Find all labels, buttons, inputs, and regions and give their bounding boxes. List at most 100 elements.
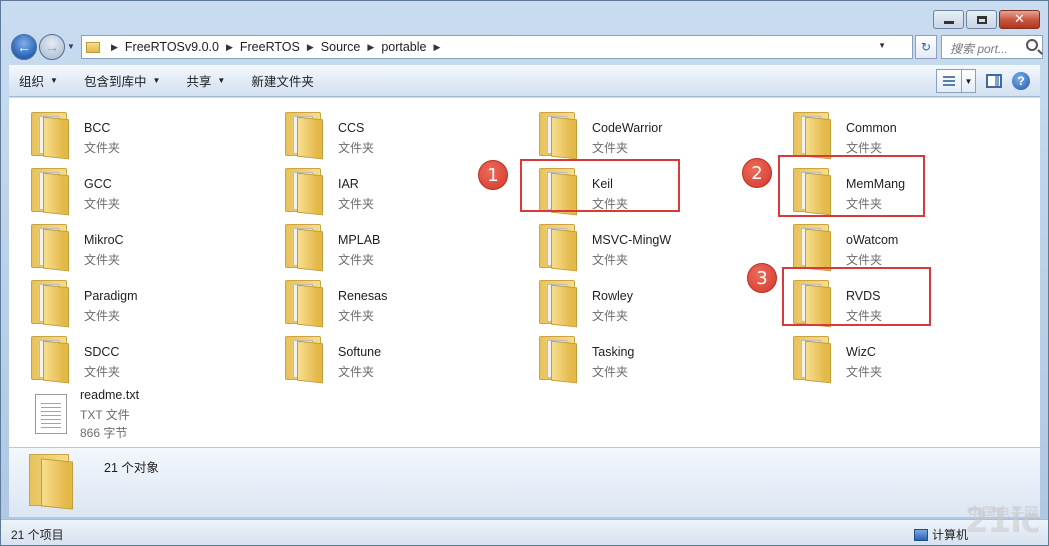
recent-pages-dropdown[interactable]: ▼ (67, 42, 75, 51)
folder-item[interactable]: CCS 文件夹 (267, 106, 487, 160)
breadcrumb-item[interactable]: FreeRTOS (240, 40, 300, 54)
folder-item[interactable]: Renesas 文件夹 (267, 274, 487, 328)
item-type: 文件夹 (592, 253, 629, 267)
folder-icon (86, 41, 100, 53)
folder-item[interactable]: SDCC 文件夹 (13, 330, 233, 384)
folder-item[interactable]: BCC 文件夹 (13, 106, 233, 160)
status-bar: 21 个项目 计算机 21ic 中国电子网 (1, 501, 1048, 545)
folder-icon (31, 224, 71, 272)
forward-button[interactable]: → (39, 34, 65, 60)
help-icon[interactable]: ? (1012, 72, 1030, 90)
folder-item[interactable]: MikroC 文件夹 (13, 218, 233, 272)
close-button[interactable]: ✕ (999, 10, 1040, 29)
organize-label: 组织 (19, 75, 45, 89)
breadcrumb-item[interactable]: Source (321, 40, 361, 54)
item-type: 文件夹 (592, 141, 629, 155)
folder-item[interactable]: MPLAB 文件夹 (267, 218, 487, 272)
item-name: IAR (338, 177, 359, 191)
item-type: TXT 文件 (80, 408, 130, 422)
item-type: 文件夹 (846, 253, 883, 267)
share-label: 共享 (186, 75, 212, 89)
highlight-box-rvds (782, 267, 931, 326)
item-name: WizC (846, 345, 876, 359)
close-icon: ✕ (1014, 12, 1025, 27)
item-name: MikroC (84, 233, 124, 247)
folder-icon (285, 336, 325, 384)
item-size: 866 字节 (80, 426, 128, 440)
chevron-right-icon[interactable]: ▶ (367, 42, 374, 53)
details-pane: 21 个对象 (9, 447, 1040, 517)
item-name: CodeWarrior (592, 121, 663, 135)
chevron-right-icon[interactable]: ▶ (226, 42, 233, 53)
address-dropdown-icon[interactable]: ▼ (878, 41, 886, 50)
organize-menu[interactable]: 组织 ▼ (19, 71, 58, 90)
item-name: MPLAB (338, 233, 381, 247)
chevron-down-icon: ▼ (152, 76, 161, 85)
search-input[interactable]: 搜索 port... (941, 35, 1043, 59)
item-type: 文件夹 (84, 197, 121, 211)
item-name: oWatcom (846, 233, 899, 247)
new-folder-button[interactable]: 新建文件夹 (251, 71, 314, 90)
share-menu[interactable]: 共享 ▼ (186, 71, 225, 90)
folder-item[interactable]: Paradigm 文件夹 (13, 274, 233, 328)
include-library-menu[interactable]: 包含到库中 ▼ (84, 71, 160, 90)
chevron-down-icon[interactable]: ▼ (962, 70, 975, 92)
minimize-icon (943, 21, 954, 24)
maximize-icon (976, 15, 987, 24)
item-type: 文件夹 (338, 253, 375, 267)
chevron-down-icon: ▼ (50, 76, 58, 85)
explorer-window: ✕ ← → ▼ ▶ FreeRTOSv9.0.0 ▶ FreeRTOS ▶ So… (0, 0, 1049, 546)
folder-icon (285, 168, 325, 216)
folder-icon (285, 224, 325, 272)
item-type: 文件夹 (592, 309, 629, 323)
caption-buttons: ✕ (933, 10, 1040, 29)
file-item[interactable]: readme.txt TXT 文件 866 字节 (27, 386, 247, 442)
folder-item[interactable]: Common 文件夹 (775, 106, 995, 160)
folder-icon (31, 336, 71, 384)
folder-icon (31, 168, 71, 216)
folder-item[interactable]: IAR 文件夹 (267, 162, 487, 216)
address-bar[interactable]: ▶ FreeRTOSv9.0.0 ▶ FreeRTOS ▶ Source ▶ p… (81, 35, 913, 59)
item-type: 文件夹 (84, 253, 121, 267)
view-icon (937, 70, 962, 92)
chevron-right-icon[interactable]: ▶ (307, 42, 314, 53)
text-file-icon (35, 394, 67, 434)
folder-item[interactable]: MSVC-MingW 文件夹 (521, 218, 741, 272)
folder-icon (285, 280, 325, 328)
item-name: Softune (338, 345, 382, 359)
folder-icon (539, 336, 579, 384)
folder-icon (539, 224, 579, 272)
command-bar: 组织 ▼ 包含到库中 ▼ 共享 ▼ 新建文件夹 ▼ ? (9, 65, 1040, 97)
item-type: 文件夹 (846, 141, 883, 155)
minimize-button[interactable] (933, 10, 964, 29)
item-type: 文件夹 (84, 365, 121, 379)
item-name: Renesas (338, 289, 388, 303)
refresh-button[interactable]: ↻ (915, 35, 937, 59)
folder-item[interactable]: GCC 文件夹 (13, 162, 233, 216)
change-view-button[interactable]: ▼ (936, 69, 976, 93)
item-type: 文件夹 (84, 309, 121, 323)
item-name: Common (846, 121, 897, 135)
navigation-row: ← → ▼ ▶ FreeRTOSv9.0.0 ▶ FreeRTOS ▶ Sour… (9, 33, 1043, 61)
breadcrumb-item[interactable]: portable (381, 40, 426, 54)
item-type: 文件夹 (338, 197, 375, 211)
folder-item[interactable]: Softune 文件夹 (267, 330, 487, 384)
chevron-right-icon[interactable]: ▶ (111, 42, 118, 53)
folder-item[interactable]: WizC 文件夹 (775, 330, 995, 384)
folder-item[interactable]: Rowley 文件夹 (521, 274, 741, 328)
folder-item[interactable]: oWatcom 文件夹 (775, 218, 995, 272)
maximize-button[interactable] (966, 10, 997, 29)
item-name: Tasking (592, 345, 635, 359)
folder-item[interactable]: Tasking 文件夹 (521, 330, 741, 384)
item-type: 文件夹 (84, 141, 121, 155)
watermark-logo: 21ic 中国电子网 (965, 501, 1041, 541)
folder-icon (31, 280, 71, 328)
back-button[interactable]: ← (11, 34, 37, 60)
file-list[interactable]: BCC 文件夹 CCS 文件夹 CodeWarrior 文件夹 Common 文… (9, 98, 1040, 447)
annotation-number: 3 (747, 263, 777, 293)
chevron-right-icon[interactable]: ▶ (434, 42, 441, 53)
folder-item[interactable]: CodeWarrior 文件夹 (521, 106, 741, 160)
preview-pane-icon[interactable] (986, 74, 1002, 88)
annotation-number: 1 (478, 160, 508, 190)
breadcrumb-item[interactable]: FreeRTOSv9.0.0 (125, 40, 219, 54)
